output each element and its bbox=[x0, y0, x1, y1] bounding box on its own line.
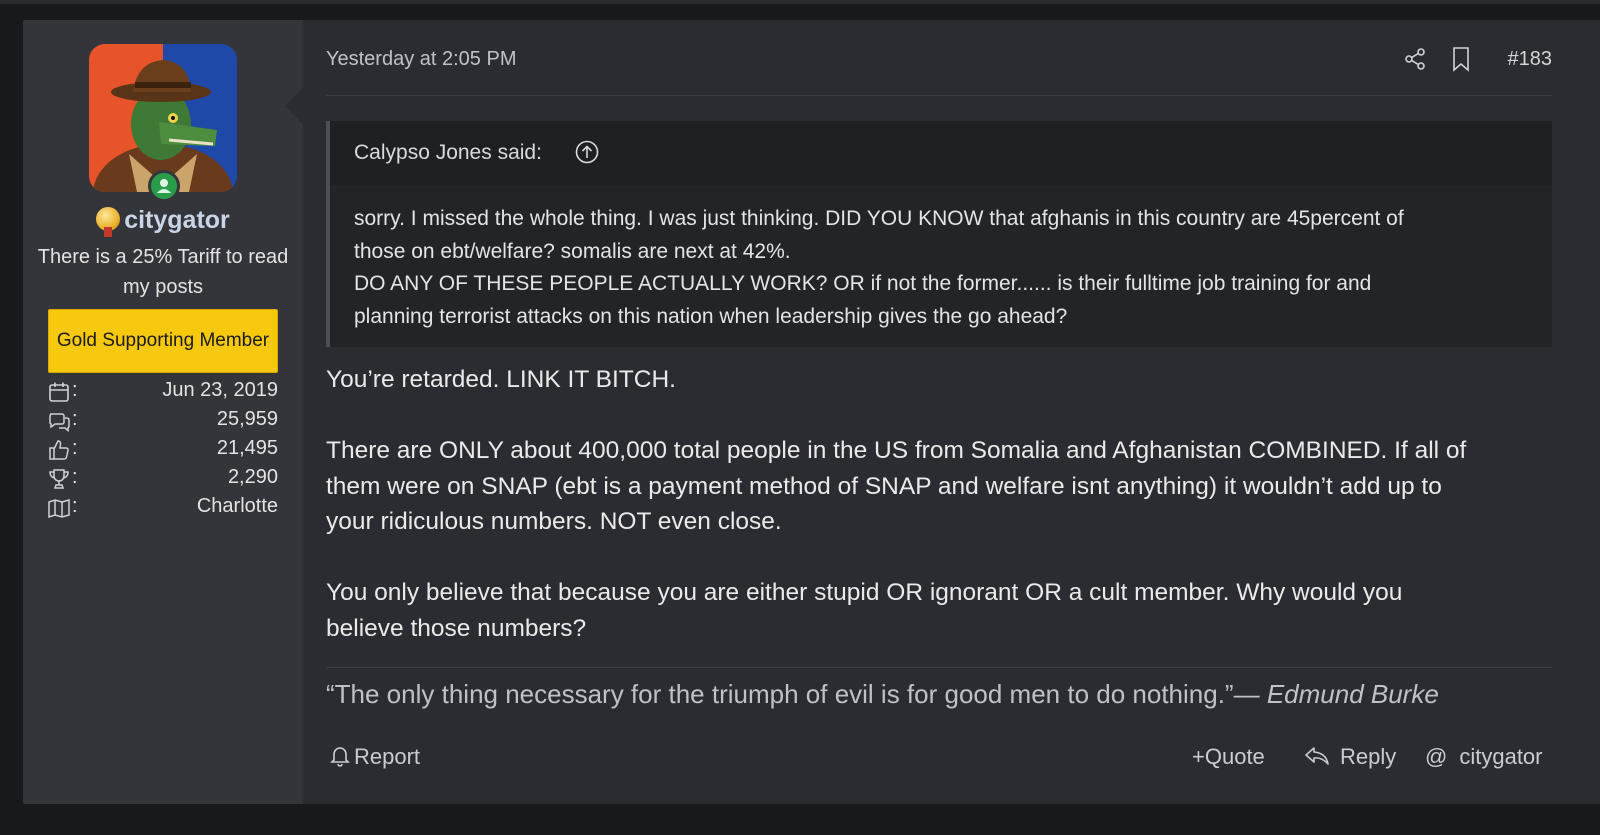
quote-block: Calypso Jones said: sorry. I missed the … bbox=[326, 121, 1552, 347]
stat-value: 21,495 bbox=[216, 437, 278, 459]
quote-author[interactable]: Calypso Jones said: bbox=[354, 141, 542, 165]
mention-button[interactable]: @ citygator bbox=[1425, 744, 1543, 774]
user-sidebar: citygator There is a 25% Tariff to read … bbox=[23, 20, 303, 804]
reply-button[interactable]: Reply bbox=[1304, 744, 1396, 774]
signature-quote: “The only thing necessary for the triump… bbox=[326, 679, 1234, 709]
signature-author: — Edmund Burke bbox=[1233, 679, 1439, 709]
at-icon: @ bbox=[1425, 744, 1448, 769]
stat-location: : Charlotte bbox=[48, 495, 278, 523]
arrow-up-circle-icon[interactable] bbox=[574, 139, 600, 165]
quote-line: planning terrorist attacks on this natio… bbox=[354, 304, 1068, 328]
report-button[interactable]: Report bbox=[330, 744, 420, 774]
quote-line: DO ANY OF THESE PEOPLE ACTUALLY WORK? OR… bbox=[354, 272, 1372, 295]
thumbs-up-icon bbox=[49, 440, 69, 460]
user-title: There is a 25% Tariff to read my posts bbox=[37, 246, 289, 298]
signature-divider bbox=[326, 667, 1552, 668]
quote-body: sorry. I missed the whole thing. I was j… bbox=[354, 203, 1534, 333]
post-timestamp[interactable]: Yesterday at 2:05 PM bbox=[326, 48, 517, 71]
stat-value: 2,290 bbox=[227, 466, 278, 488]
header-divider bbox=[326, 95, 1552, 96]
share-icon[interactable] bbox=[1402, 46, 1428, 72]
user-banner: Gold Supporting Member bbox=[48, 309, 278, 373]
quote-line: sorry. I missed the whole thing. I was j… bbox=[354, 207, 1404, 230]
stat-joined: : Jun 23, 2019 bbox=[48, 379, 278, 407]
username-link[interactable]: citygator bbox=[124, 206, 230, 234]
quote-button[interactable]: +Quote bbox=[1192, 744, 1265, 774]
top-divider bbox=[0, 0, 1600, 4]
online-status-icon bbox=[148, 170, 180, 202]
reply-icon bbox=[1305, 747, 1329, 765]
message-paragraph: You’re retarded. LINK IT BITCH. bbox=[326, 366, 676, 393]
map-icon bbox=[48, 499, 70, 519]
calendar-icon bbox=[49, 382, 69, 402]
post-main: Yesterday at 2:05 PM #183 Calypso Jones … bbox=[326, 20, 1552, 804]
message-paragraph: There are ONLY about 400,000 total peopl… bbox=[326, 437, 1467, 535]
message-paragraph: You only believe that because you are ei… bbox=[326, 579, 1403, 642]
trophy-icon bbox=[49, 469, 69, 489]
bookmark-icon[interactable] bbox=[1448, 46, 1474, 72]
post-header-actions: #183 bbox=[1402, 46, 1552, 74]
plus-icon: + bbox=[1192, 744, 1205, 769]
forum-post: citygator There is a 25% Tariff to read … bbox=[23, 20, 1600, 804]
stat-value: Jun 23, 2019 bbox=[162, 379, 278, 401]
stat-value: Charlotte bbox=[196, 495, 278, 517]
quote-line: those on ebt/welfare? somalis are next a… bbox=[354, 239, 791, 263]
messages-icon bbox=[49, 413, 70, 432]
username-row: citygator bbox=[23, 206, 303, 237]
stat-trophies: : 2,290 bbox=[48, 466, 278, 494]
signature: “The only thing necessary for the triump… bbox=[326, 674, 1552, 714]
stat-value: 25,959 bbox=[216, 408, 278, 430]
post-number[interactable]: #183 bbox=[1508, 48, 1553, 71]
stat-reactions: : 21,495 bbox=[48, 437, 278, 465]
stat-messages: : 25,959 bbox=[48, 408, 278, 436]
quote-header: Calypso Jones said: bbox=[330, 121, 1552, 185]
sidebar-pointer bbox=[285, 88, 303, 124]
medal-icon bbox=[96, 207, 121, 237]
bell-icon bbox=[330, 747, 350, 767]
post-footer: Report +Quote Reply @ citygator bbox=[326, 740, 1552, 776]
